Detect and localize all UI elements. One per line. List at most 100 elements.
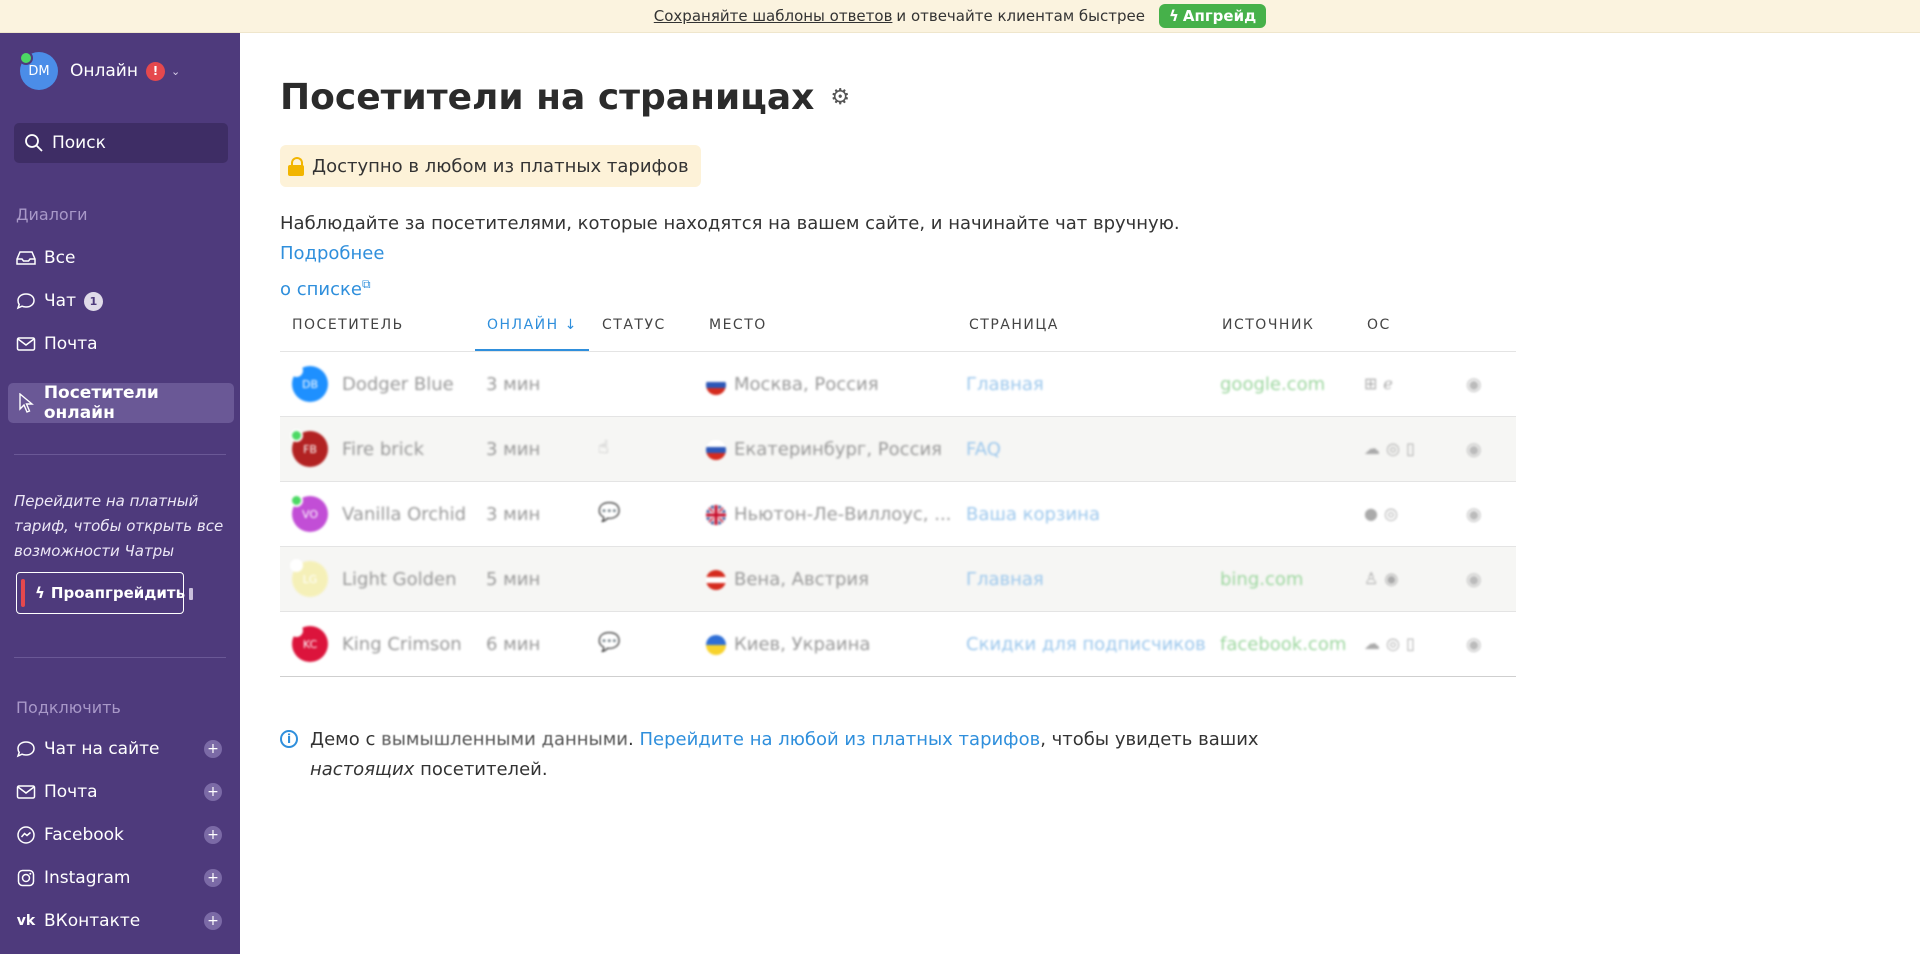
banner-upgrade-label: Апгрейд bbox=[1182, 7, 1257, 25]
chat-icon bbox=[16, 291, 36, 311]
demo-note-text: Демо с вымышленными данными. Перейдите н… bbox=[310, 729, 1259, 780]
column-os[interactable]: ОС bbox=[1367, 317, 1391, 333]
visitor-name: Light Golden bbox=[342, 569, 457, 590]
connect-item-facebook[interactable]: Facebook + bbox=[8, 815, 234, 855]
sidebar-item-all[interactable]: Все bbox=[8, 238, 234, 278]
visitor-os: ⊞ ℯ bbox=[1364, 374, 1393, 393]
external-link-icon: ⧉ bbox=[361, 277, 371, 291]
bolt-icon: ϟ bbox=[1168, 7, 1179, 25]
templates-link[interactable]: Сохраняйте шаблоны ответов bbox=[654, 7, 893, 25]
visitor-initials: KC bbox=[302, 637, 318, 651]
demo-blurred: вымышленными данными bbox=[381, 729, 629, 750]
connect-item-instagram[interactable]: Instagram + bbox=[8, 858, 234, 898]
column-visitor[interactable]: ПОСЕТИТЕЛЬ bbox=[292, 317, 404, 333]
chevron-down-icon: ⌄ bbox=[170, 64, 181, 78]
sidebar-item-mail[interactable]: Почта bbox=[8, 324, 234, 364]
online-time: 3 мин bbox=[486, 374, 541, 395]
table-row[interactable]: KC King Crimson 6 мин 💬 Киев, Украина Ск… bbox=[280, 612, 1516, 677]
linux-icon: ♙ bbox=[1364, 569, 1379, 588]
table-row[interactable]: DB Dodger Blue 3 мин Москва, Россия Глав… bbox=[280, 352, 1516, 417]
visitor-name: Vanilla Orchid bbox=[342, 504, 467, 525]
promo-text: Перейдите на платный тариф, чтобы открыт… bbox=[14, 492, 224, 560]
android-icon: ☁ bbox=[1364, 439, 1380, 458]
visitor-os: ● ◎ bbox=[1364, 504, 1398, 523]
online-dot-icon bbox=[290, 429, 303, 442]
eye-icon[interactable]: ◉ bbox=[1466, 634, 1482, 655]
visitor-os: ☁ ◎ ▯ bbox=[1364, 439, 1415, 458]
connect-section-title: Подключить bbox=[16, 698, 121, 717]
sidebar-divider bbox=[14, 454, 226, 455]
add-site-chat-button[interactable]: + bbox=[204, 740, 222, 758]
instagram-icon bbox=[16, 868, 36, 888]
visitor-place: Вена, Австрия bbox=[706, 569, 869, 590]
add-facebook-button[interactable]: + bbox=[204, 826, 222, 844]
flag-gb-icon bbox=[706, 504, 726, 525]
demo-prefix: Демо с bbox=[310, 729, 376, 750]
notice-text: Доступно в любом из платных тарифов bbox=[312, 155, 689, 177]
mail-icon bbox=[16, 782, 36, 802]
inbox-icon bbox=[16, 248, 36, 268]
eye-icon[interactable]: ◉ bbox=[1466, 569, 1482, 590]
table-row[interactable]: VO Vanilla Orchid 3 мин 💬 Ньютон-Ле-Вилл… bbox=[280, 482, 1516, 547]
gear-icon[interactable]: ⚙ bbox=[830, 85, 850, 110]
description-text: Наблюдайте за посетителями, которые нахо… bbox=[280, 213, 1180, 234]
column-online[interactable]: ОНЛАЙН ↓ bbox=[487, 317, 578, 333]
connect-item-label: Чат на сайте bbox=[44, 739, 160, 759]
visitor-source: google.com bbox=[1220, 374, 1326, 395]
avatar: DM bbox=[19, 51, 58, 90]
mobile-icon: ▯ bbox=[1405, 634, 1415, 653]
table-row[interactable]: LG Light Golden 5 мин Вена, Австрия Глав… bbox=[280, 547, 1516, 612]
online-time: 5 мин bbox=[486, 569, 541, 590]
demo-end: посетителей. bbox=[420, 759, 548, 780]
column-source[interactable]: ИСТОЧНИК bbox=[1222, 317, 1314, 333]
mail-icon bbox=[16, 334, 36, 354]
visitor-status-icon: ☝ bbox=[598, 437, 609, 458]
sidebar-item-chat[interactable]: Чат 1 bbox=[8, 281, 234, 321]
column-place[interactable]: МЕСТО bbox=[709, 317, 767, 333]
resize-handle[interactable] bbox=[189, 588, 193, 600]
eye-icon[interactable]: ◉ bbox=[1466, 504, 1482, 525]
sort-down-icon: ↓ bbox=[564, 317, 578, 333]
add-instagram-button[interactable]: + bbox=[204, 869, 222, 887]
add-mail-button[interactable]: + bbox=[204, 783, 222, 801]
search-box[interactable] bbox=[14, 123, 228, 163]
learn-more-link[interactable]: Подробнее bbox=[280, 243, 384, 264]
sort-indicator bbox=[475, 349, 589, 351]
visitor-name: King Crimson bbox=[342, 634, 462, 655]
connect-item-mail[interactable]: Почта + bbox=[8, 772, 234, 812]
column-page[interactable]: СТРАНИЦА bbox=[969, 317, 1059, 333]
visitor-initials: VO bbox=[302, 507, 318, 521]
eye-icon[interactable]: ◉ bbox=[1466, 439, 1482, 460]
visitor-avatar: KC bbox=[290, 624, 328, 662]
place-text: Киев, Украина bbox=[734, 634, 871, 655]
visitor-page-link[interactable]: Главная bbox=[966, 374, 1044, 395]
visitor-page-link[interactable]: Скидки для подписчиков bbox=[966, 634, 1206, 655]
visitor-page-link[interactable]: Главная bbox=[966, 569, 1044, 590]
online-time: 6 мин bbox=[486, 634, 541, 655]
profile-status[interactable]: DM Онлайн ! ⌄ bbox=[19, 51, 181, 90]
connect-item-label: Почта bbox=[44, 782, 98, 802]
visitor-page-link[interactable]: Ваша корзина bbox=[966, 504, 1100, 525]
table-row[interactable]: FB Fire brick 3 мин ☝ Екатеринбург, Росс… bbox=[280, 417, 1516, 482]
sidebar-item-visitors-online[interactable]: Посетители онлайн bbox=[8, 383, 234, 423]
visitor-place: Екатеринбург, Россия bbox=[706, 439, 942, 460]
chrome-icon: ◎ bbox=[1386, 439, 1400, 458]
visitor-initials: LG bbox=[302, 572, 318, 586]
upgrade-button[interactable]: ϟ Проапгрейдить bbox=[16, 572, 185, 614]
online-dot-icon bbox=[290, 364, 303, 377]
connect-item-vk[interactable]: vk ВКонтакте + bbox=[8, 901, 234, 941]
add-vk-button[interactable]: + bbox=[204, 912, 222, 930]
connect-item-site-chat[interactable]: Чат на сайте + bbox=[8, 729, 234, 769]
visitor-status-icon: 💬 bbox=[598, 502, 621, 523]
search-input[interactable] bbox=[50, 132, 224, 154]
eye-icon[interactable]: ◉ bbox=[1466, 374, 1482, 395]
online-dot-icon bbox=[290, 624, 303, 637]
visitor-page-link[interactable]: FAQ bbox=[966, 439, 1001, 460]
upgrade-plans-link[interactable]: Перейдите на любой из платных тарифов bbox=[639, 729, 1040, 750]
mobile-icon: ▯ bbox=[1405, 439, 1415, 458]
banner-upgrade-button[interactable]: ϟ Апгрейд bbox=[1158, 4, 1267, 28]
vk-icon: vk bbox=[16, 913, 36, 929]
column-status[interactable]: СТАТУС bbox=[602, 317, 666, 333]
connect-item-label: ВКонтакте bbox=[44, 911, 141, 931]
place-text: Вена, Австрия bbox=[734, 569, 869, 590]
